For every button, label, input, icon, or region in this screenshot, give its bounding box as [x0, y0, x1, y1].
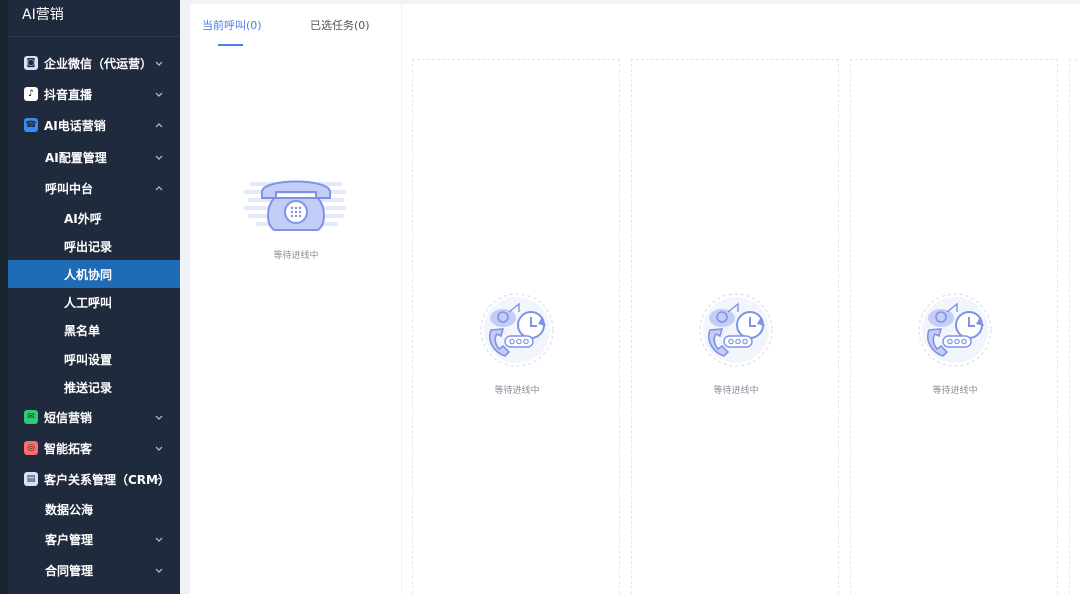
sidebar-item-4[interactable]: 呼叫中台 [8, 174, 180, 202]
sidebar-item-17[interactable]: 合同管理 [8, 556, 180, 584]
sidebar-item-0[interactable]: ◙ 企业微信（代运营） [8, 49, 180, 77]
agent-slot-partial [1069, 59, 1080, 594]
sidebar-item-2[interactable]: ☎ AI电话营销 [8, 111, 180, 139]
sidebar-item-5[interactable]: AI外呼 [8, 204, 180, 232]
wechat-work-icon: ◙ [24, 56, 38, 70]
active-tab-underline [218, 44, 243, 46]
ai-phone-icon: ☎ [24, 118, 38, 132]
current-call-panel: 当前呼叫(0) 已选任务(0) 等待进线中 [190, 4, 402, 594]
agent-slot: 等待进线中 [850, 59, 1058, 594]
chevron-down-icon[interactable] [154, 412, 164, 422]
sidebar-item-3[interactable]: AI配置管理 [8, 143, 180, 171]
sidebar-item-label: AI配置管理 [45, 150, 107, 165]
chevron-up-icon[interactable] [154, 183, 164, 193]
current-call-status: 等待进线中 [273, 251, 319, 261]
sidebar-item-label: 呼出记录 [64, 239, 113, 254]
crm-icon: ▤ [24, 472, 38, 486]
sidebar-item-label: AI外呼 [64, 211, 102, 226]
sidebar-item-14[interactable]: ▤ 客户关系管理（CRM） [8, 465, 180, 493]
chevron-up-icon[interactable] [154, 120, 164, 130]
telephone-icon [244, 180, 346, 231]
sidebar-item-label: 人机协同 [64, 267, 113, 282]
sidebar: AI营销 ◙ 企业微信（代运营） ♪ 抖音直播 ☎ AI电话营销 AI配置管理 呼叫中台 AI外… [0, 0, 180, 594]
chevron-down-icon[interactable] [154, 565, 164, 575]
sidebar-edge [0, 0, 8, 594]
sidebar-item-label: 合同管理 [45, 563, 94, 578]
chevron-down-icon[interactable] [154, 58, 164, 68]
brand-divider [8, 36, 180, 37]
slot-status: 等待进线中 [494, 386, 540, 396]
waiting-call-icon [917, 292, 993, 368]
target-icon: ◎ [24, 441, 38, 455]
sidebar-item-12[interactable]: ✉ 短信营销 [8, 403, 180, 431]
chevron-up-icon[interactable] [154, 474, 164, 484]
agent-slot: 等待进线中 [412, 59, 620, 594]
sidebar-item-label: 数据公海 [45, 502, 94, 517]
sidebar-item-label: 黑名单 [64, 323, 101, 338]
sidebar-item-label: 客户关系管理（CRM） [44, 472, 170, 487]
tab-current-call[interactable]: 当前呼叫(0) [202, 17, 262, 33]
sidebar-item-label: AI电话营销 [44, 118, 106, 133]
sidebar-item-13[interactable]: ◎ 智能拓客 [8, 434, 180, 462]
sidebar-item-label: 短信营销 [44, 410, 93, 425]
chevron-down-icon[interactable] [154, 443, 164, 453]
sidebar-item-11[interactable]: 推送记录 [8, 373, 180, 401]
tab-selected-tasks[interactable]: 已选任务(0) [310, 17, 370, 33]
sidebar-item-label: 抖音直播 [44, 87, 93, 102]
sidebar-item-label: 呼叫中台 [45, 181, 94, 196]
slot-status: 等待进线中 [713, 386, 759, 396]
sidebar-item-label: 呼叫设置 [64, 352, 113, 367]
sidebar-item-label: 智能拓客 [44, 441, 93, 456]
sidebar-item-9[interactable]: 黑名单 [8, 316, 180, 344]
sms-icon: ✉ [24, 410, 38, 424]
slot-status: 等待进线中 [932, 386, 978, 396]
sidebar-item-1[interactable]: ♪ 抖音直播 [8, 80, 180, 108]
sidebar-item-label: 客户管理 [45, 532, 94, 547]
chevron-down-icon[interactable] [154, 534, 164, 544]
sidebar-item-label: 推送记录 [64, 380, 113, 395]
chevron-down-icon[interactable] [154, 89, 164, 99]
sidebar-item-6[interactable]: 呼出记录 [8, 232, 180, 260]
waiting-call-icon [698, 292, 774, 368]
sidebar-item-8[interactable]: 人工呼叫 [8, 288, 180, 316]
main-content: 当前呼叫(0) 已选任务(0) 等待进线中 等待进线中 等待进线中 等待进线中 [190, 4, 1080, 594]
brand-title: AI营销 [22, 7, 64, 23]
sidebar-item-7[interactable]: 人机协同 [8, 260, 180, 288]
sidebar-item-label: 人工呼叫 [64, 295, 113, 310]
agent-slot: 等待进线中 [631, 59, 839, 594]
waiting-call-icon [479, 292, 555, 368]
sidebar-item-16[interactable]: 客户管理 [8, 525, 180, 553]
sidebar-item-10[interactable]: 呼叫设置 [8, 345, 180, 373]
douyin-icon: ♪ [24, 87, 38, 101]
sidebar-item-label: 企业微信（代运营） [44, 56, 153, 71]
sidebar-item-15[interactable]: 数据公海 [8, 495, 180, 523]
chevron-down-icon[interactable] [154, 152, 164, 162]
